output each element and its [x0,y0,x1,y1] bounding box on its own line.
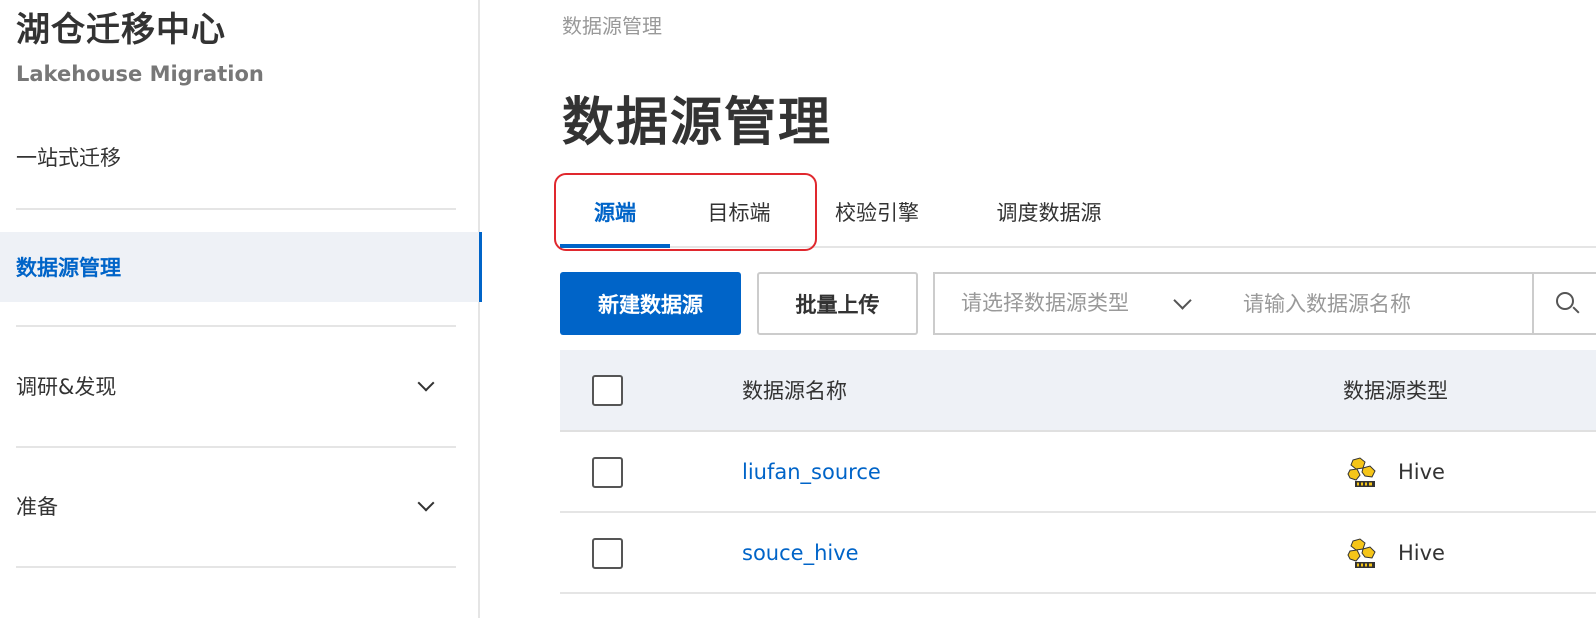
batch-upload-button[interactable]: 批量上传 [757,272,918,335]
sidebar-item-label: 准备 [16,495,58,519]
row-checkbox[interactable] [592,457,623,488]
datasource-type-placeholder: 请选择数据源类型 [961,291,1129,315]
tab-target[interactable]: 目标端 [686,180,792,246]
sidebar-item-prepare[interactable]: 准备 [0,470,480,542]
datasource-name-search-input[interactable] [1217,272,1534,335]
select-all-checkbox[interactable] [592,375,623,406]
chevron-down-icon [1173,291,1192,310]
sidebar: 湖仓迁移中心 Lakehouse Migration 一站式迁移 数据源管理 调… [0,0,482,618]
tab-schedule-datasource[interactable]: 调度数据源 [980,180,1118,246]
sidebar-item-label: 数据源管理 [16,256,121,280]
app-title: 湖仓迁移中心 [16,10,226,50]
hive-icon [1347,457,1376,487]
sidebar-item-research-discovery[interactable]: 调研&发现 [0,350,480,422]
table-header: 数据源名称 数据源类型 [560,350,1596,432]
breadcrumb[interactable]: 数据源管理 [562,10,662,39]
sidebar-divider [16,446,456,448]
column-header-type: 数据源类型 [1343,379,1448,403]
hive-icon [1347,538,1376,568]
datasource-name-link[interactable]: souce_hive [742,513,859,594]
column-header-name: 数据源名称 [742,379,847,403]
sidebar-divider [16,208,456,210]
sidebar-item-one-stop-migration[interactable]: 一站式迁移 [0,122,480,192]
app-subtitle: Lakehouse Migration [16,62,264,86]
chevron-down-icon [417,374,435,392]
sidebar-item-datasource-management[interactable]: 数据源管理 [0,232,482,302]
chevron-down-icon [417,494,435,512]
search-button[interactable] [1532,272,1596,335]
tab-bar: 源端 目标端 校验引擎 调度数据源 [560,180,1596,248]
tab-validation-engine[interactable]: 校验引擎 [822,180,932,246]
new-datasource-button[interactable]: 新建数据源 [560,272,741,335]
datasource-type-text: Hive [1398,541,1445,565]
sidebar-divider [16,566,456,568]
sidebar-divider [16,325,456,327]
table-row: liufan_source Hive [560,432,1596,513]
table-row: souce_hive Hive [560,513,1596,594]
search-icon [1556,292,1574,310]
page-title: 数据源管理 [562,93,833,153]
row-checkbox[interactable] [592,538,623,569]
datasource-type-select[interactable]: 请选择数据源类型 [933,272,1219,335]
datasource-type-text: Hive [1398,460,1445,484]
datasource-name-link[interactable]: liufan_source [742,432,881,513]
sidebar-item-label: 调研&发现 [16,375,117,399]
tab-source[interactable]: 源端 [560,180,670,248]
sidebar-item-label: 一站式迁移 [16,146,121,170]
